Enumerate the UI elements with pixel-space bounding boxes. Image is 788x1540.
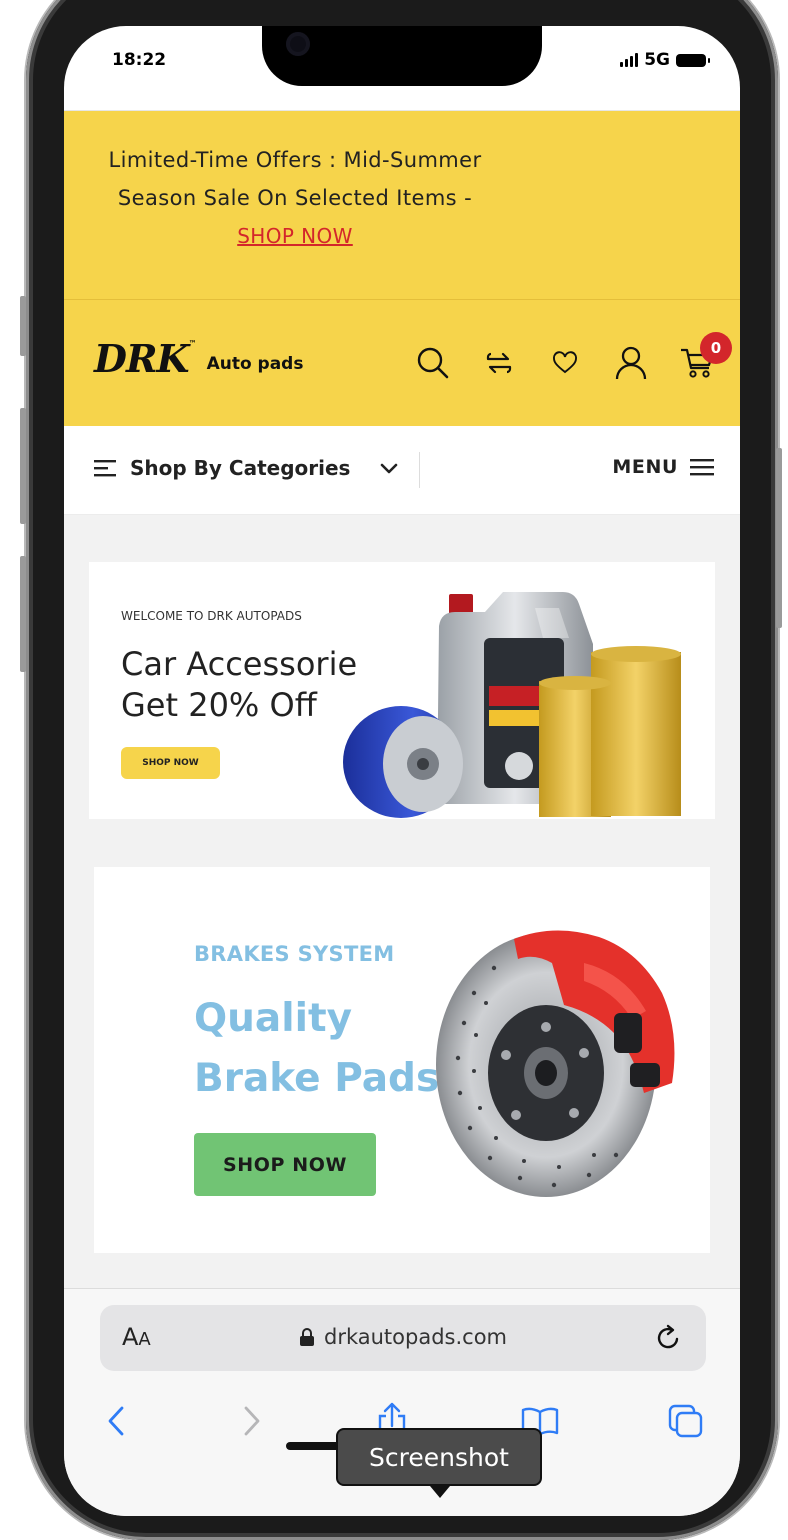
url-text: drkautopads.com — [324, 1325, 508, 1349]
shop-by-categories[interactable]: Shop By Categories — [94, 456, 350, 480]
signal-icon — [620, 53, 639, 67]
promo-shop-now-link[interactable]: SHOP NOW — [237, 224, 353, 248]
car-accessories-banner[interactable]: WELCOME TO DRK AUTOPADS Car Accessorie G… — [89, 562, 715, 819]
chevron-down-icon[interactable] — [380, 460, 398, 479]
heart-icon[interactable] — [532, 338, 598, 388]
compare-icon[interactable] — [466, 338, 532, 388]
hamburger-icon — [690, 459, 714, 476]
volume-up-button — [20, 408, 26, 524]
main-content: WELCOME TO DRK AUTOPADS Car Accessorie G… — [64, 515, 740, 1295]
banner2-title: Quality Brake Pads — [194, 989, 439, 1109]
back-icon[interactable] — [96, 1401, 136, 1441]
network-label: 5G — [644, 50, 670, 70]
power-button — [776, 448, 782, 628]
menu-button[interactable]: MENU — [612, 456, 714, 478]
banner1-kicker: WELCOME TO DRK AUTOPADS — [121, 609, 302, 623]
cart-icon[interactable]: 0 — [664, 332, 732, 388]
lock-icon — [300, 1328, 314, 1346]
tabs-icon[interactable] — [666, 1401, 706, 1441]
banner2-kicker: BRAKES SYSTEM — [194, 942, 395, 966]
search-icon[interactable] — [400, 338, 466, 388]
volume-down-button — [20, 556, 26, 672]
brakes-banner[interactable]: BRAKES SYSTEM Quality Brake Pads SHOP NO… — [94, 867, 710, 1253]
logo-trademark: ™ — [188, 339, 197, 348]
promo-banner: Limited-Time Offers : Mid-Summer Season … — [64, 110, 740, 300]
categories-label: Shop By Categories — [130, 456, 351, 480]
banner1-title-line-2: Get 20% Off — [121, 686, 317, 724]
oil-products-image — [343, 592, 681, 818]
promo-line-2: Season Sale On Selected Items - — [117, 186, 473, 210]
banner2-shop-now-button[interactable]: SHOP NOW — [194, 1133, 376, 1196]
banner2-title-line-1: Quality — [194, 996, 353, 1041]
camera-icon — [286, 32, 310, 56]
divider — [419, 452, 420, 488]
status-time: 18:22 — [112, 50, 167, 70]
cart-count-badge: 0 — [700, 332, 732, 364]
menu-label: MENU — [612, 456, 678, 478]
forward-icon[interactable] — [232, 1401, 272, 1441]
silent-switch — [20, 296, 26, 356]
logo-subtitle: Auto pads — [206, 354, 304, 374]
dynamic-island — [262, 26, 542, 86]
status-indicators: 5G — [620, 50, 710, 70]
user-icon[interactable] — [598, 338, 664, 388]
site-header: DRK ™ Auto pads 0 — [64, 299, 740, 426]
banner2-title-line-2: Brake Pads — [194, 1056, 440, 1101]
categories-menu-icon — [94, 460, 116, 477]
banner1-title-line-1: Car Accessorie — [121, 645, 358, 683]
logo[interactable]: DRK ™ Auto pads — [94, 336, 304, 381]
screenshot-tooltip: Screenshot — [336, 1428, 542, 1498]
promo-text: Limited-Time Offers : Mid-Summer Season … — [88, 141, 502, 255]
logo-drk: DRK — [94, 336, 190, 381]
aa-small: A — [138, 1329, 151, 1350]
category-bar: Shop By Categories MENU — [64, 426, 740, 515]
aa-big: A — [122, 1323, 139, 1351]
phone-screen: 18:22 5G Limited-Time Offers : Mid-Summe… — [64, 26, 740, 1516]
address-bar[interactable]: AA drkautopads.com — [100, 1305, 706, 1371]
brake-disc-image — [436, 930, 675, 1197]
reload-icon[interactable] — [654, 1323, 682, 1357]
reader-options-button[interactable]: AA — [122, 1323, 151, 1351]
header-icons: 0 — [400, 332, 732, 388]
banner1-title: Car Accessorie Get 20% Off — [121, 644, 357, 726]
promo-line-1: Limited-Time Offers : Mid-Summer — [108, 148, 482, 172]
url-display[interactable]: drkautopads.com — [300, 1325, 507, 1349]
banner1-shop-now-button[interactable]: SHOP NOW — [121, 747, 220, 779]
battery-icon — [676, 53, 710, 67]
